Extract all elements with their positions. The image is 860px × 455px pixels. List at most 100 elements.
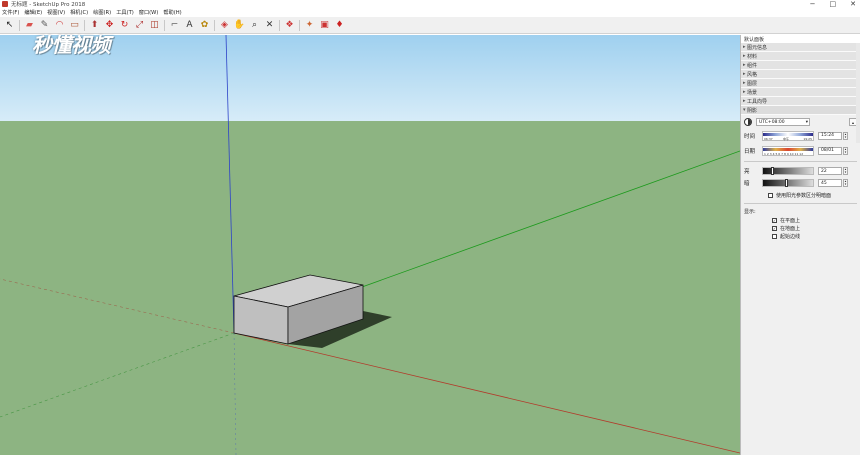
tray-scrollbar[interactable]	[856, 43, 860, 143]
from-edges-label: 起始边线	[780, 234, 801, 240]
on-ground-checkbox[interactable]: ✓	[772, 226, 777, 231]
close-button[interactable]: ✕	[850, 0, 856, 8]
menu-bar: 文件(F) 编辑(E) 视图(V) 相机(C) 绘图(R) 工具(T) 窗口(W…	[0, 8, 860, 17]
on-faces-checkbox[interactable]: ✓	[772, 218, 777, 223]
minimize-button[interactable]: −	[810, 0, 816, 8]
date-gradient	[763, 147, 813, 151]
dark-slider-thumb[interactable]	[785, 179, 788, 187]
window-title: 无标题 - SketchUp Pro 2018	[11, 2, 86, 8]
zoom-icon[interactable]: ⌕	[249, 20, 260, 31]
from-edges-row: 起始边线	[744, 233, 857, 240]
maximize-button[interactable]: □	[830, 0, 837, 8]
time-spinner[interactable]: ▴ ▾	[843, 131, 848, 140]
panel-styles[interactable]: 风格	[741, 70, 860, 79]
time-end-label: 19:25	[803, 136, 812, 141]
rotate-icon[interactable]: ↻	[119, 20, 130, 31]
time-start-label: 06:37	[764, 136, 773, 141]
on-ground-row: ✓ 在地面上	[744, 225, 857, 232]
menu-camera[interactable]: 相机(C)	[70, 9, 88, 16]
orbit-icon[interactable]: ◈	[219, 20, 230, 31]
text-icon[interactable]: A	[184, 20, 195, 31]
light-row: 亮 22 ▴ ▾	[744, 166, 857, 176]
tray-title: 默认面板	[741, 35, 860, 43]
time-input[interactable]: 15:24	[818, 131, 842, 140]
tape-measure-icon[interactable]: ⌐	[169, 20, 180, 31]
display-label: 显示:	[744, 209, 756, 215]
dark-spinner[interactable]: ▴ ▾	[843, 179, 848, 187]
extension-icon[interactable]: ✦	[304, 20, 315, 31]
time-row: 时间 06:37 中午 19:25 15:24 ▴ ▾	[744, 129, 857, 142]
date-input[interactable]: 08/01	[818, 146, 842, 155]
toolbar-separator	[214, 19, 215, 31]
from-edges-checkbox[interactable]	[772, 234, 777, 239]
dark-row: 暗 45 ▴ ▾	[744, 178, 857, 188]
menu-view[interactable]: 视图(V)	[47, 9, 65, 16]
warehouse-icon[interactable]: ❖	[284, 20, 295, 31]
toolbar-separator	[19, 19, 20, 31]
toolbar-separator	[279, 19, 280, 31]
light-slider[interactable]	[762, 167, 814, 175]
menu-edit[interactable]: 编辑(E)	[24, 9, 42, 16]
menu-window[interactable]: 窗口(W)	[139, 9, 159, 16]
panel-components[interactable]: 组件	[741, 61, 860, 70]
dark-input[interactable]: 45	[818, 179, 842, 187]
on-ground-label: 在地面上	[780, 226, 801, 232]
date-months-label: 1 2 3 4 5 6 7 8 9 10 11 12	[764, 151, 804, 156]
menu-file[interactable]: 文件(F)	[2, 9, 19, 16]
date-spinner[interactable]: ▴ ▾	[843, 146, 848, 155]
time-gradient	[763, 132, 813, 136]
sky	[0, 35, 740, 121]
light-spinner[interactable]: ▴ ▾	[843, 167, 848, 175]
ground	[0, 121, 740, 455]
default-tray: 默认面板 图元信息 材料 组件 风格 图层 场景 工具向导 阴影 UTC+08:…	[740, 35, 860, 455]
dark-slider[interactable]	[762, 179, 814, 187]
title-bar: 无标题 - SketchUp Pro 2018 − □ ✕	[0, 0, 860, 8]
select-icon[interactable]: ↖	[4, 20, 15, 31]
panel-entity-info[interactable]: 图元信息	[741, 43, 860, 52]
panel-layers[interactable]: 图层	[741, 79, 860, 88]
shadow-toggle-icon[interactable]	[744, 118, 752, 126]
offset-icon[interactable]: ◫	[149, 20, 160, 31]
toolbar-separator	[164, 19, 165, 31]
toolbar-separator	[299, 19, 300, 31]
divider	[744, 203, 857, 204]
time-noon-label: 中午	[783, 136, 790, 141]
on-faces-row: ✓ 在平面上	[744, 217, 857, 224]
pan-icon[interactable]: ✋	[234, 20, 245, 31]
date-row: 日期 1 2 3 4 5 6 7 8 9 10 11 12 08/01 ▴ ▾	[744, 144, 857, 157]
panel-materials[interactable]: 材料	[741, 52, 860, 61]
dark-label: 暗	[744, 181, 750, 187]
light-slider-thumb[interactable]	[771, 167, 774, 175]
scale-icon[interactable]: ⤢	[134, 20, 145, 31]
time-label: 时间	[744, 133, 756, 140]
sun-shading-checkbox[interactable]	[768, 193, 773, 198]
light-input[interactable]: 22	[818, 167, 842, 175]
model-viewport[interactable]	[0, 35, 740, 455]
menu-tools[interactable]: 工具(T)	[116, 9, 134, 16]
share-icon[interactable]: ▣	[319, 20, 330, 31]
date-label: 日期	[744, 148, 756, 155]
scene-canvas[interactable]	[0, 35, 740, 455]
ruby-icon[interactable]: ♦	[334, 20, 345, 31]
main-toolbar: ↖ ▰ ✎ ◠ ▭ ⬆ ✥ ↻ ⤢ ◫ ⌐ A ✿ ◈ ✋ ⌕ ✕ ❖ ✦ ▣ ♦	[0, 17, 860, 34]
window-controls: − □ ✕	[810, 0, 856, 8]
timezone-row: UTC+08:00 ▴	[744, 118, 857, 126]
paint-icon[interactable]: ✿	[199, 20, 210, 31]
panel-scenes[interactable]: 场景	[741, 88, 860, 97]
light-label: 亮	[744, 169, 750, 175]
sun-shading-row: 使用阳光参数区分明暗面	[744, 192, 857, 199]
on-faces-label: 在平面上	[780, 218, 801, 224]
panel-instructor[interactable]: 工具向导	[741, 97, 860, 106]
divider	[744, 161, 857, 162]
shadows-panel-body: UTC+08:00 ▴ 时间 06:37 中午 19:25 15:24 ▴▾ 日…	[741, 115, 860, 435]
menu-help[interactable]: 帮助(H)	[163, 9, 181, 16]
sketchup-logo-icon	[2, 1, 8, 7]
time-slider[interactable]: 06:37 中午 19:25	[762, 130, 814, 141]
panel-shadows[interactable]: 阴影	[741, 106, 860, 115]
zoom-extents-icon[interactable]: ✕	[264, 20, 275, 31]
timezone-select[interactable]: UTC+08:00	[756, 118, 810, 126]
menu-draw[interactable]: 绘图(R)	[93, 9, 111, 16]
watermark-logo: 秒懂视频	[32, 33, 111, 57]
date-slider[interactable]: 1 2 3 4 5 6 7 8 9 10 11 12	[762, 145, 814, 156]
sun-shading-label: 使用阳光参数区分明暗面	[776, 193, 832, 199]
